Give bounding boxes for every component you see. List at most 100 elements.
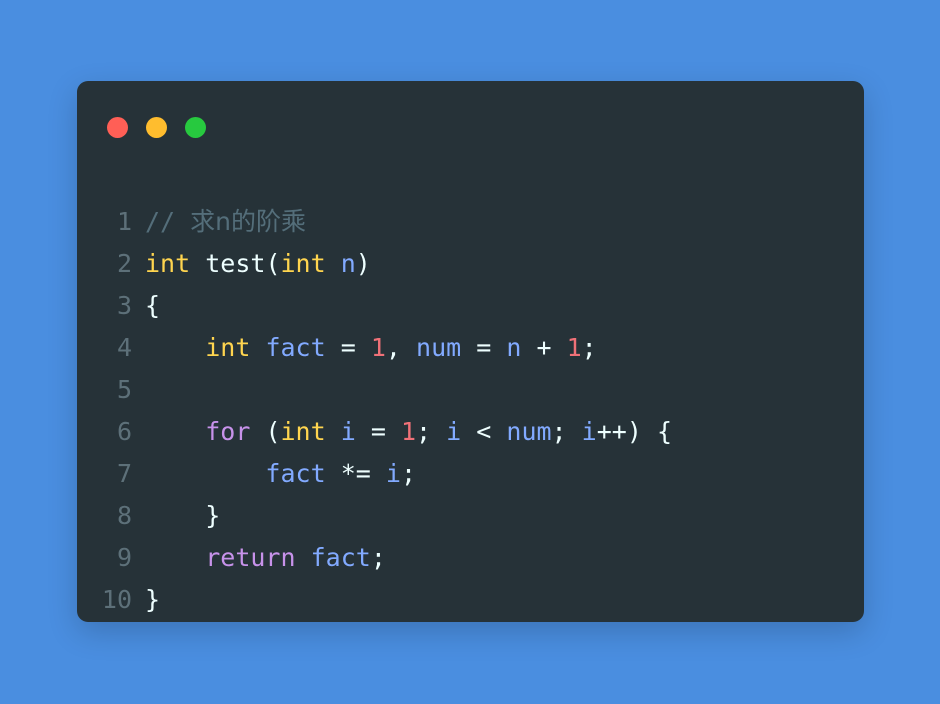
code-token-number: 1 (370, 333, 386, 362)
line-number: 8 (116, 501, 132, 530)
code-token-punct: ; (370, 543, 386, 572)
code-token-punct: } (145, 585, 161, 614)
maximize-button-icon[interactable] (185, 116, 206, 138)
code-token-var: num (416, 333, 462, 362)
line-number: 5 (116, 375, 132, 404)
code-token-op: *= (340, 459, 371, 488)
code-text: int test(int n) (145, 243, 371, 285)
line-number: 7 (116, 459, 132, 488)
code-token-comment: // (145, 207, 191, 236)
code-token-var: i (385, 459, 401, 488)
code-token-number: 1 (400, 417, 417, 446)
code-token-type: int (145, 249, 191, 278)
minimize-button-icon[interactable] (146, 116, 167, 138)
code-line: 2 int test(int n) (77, 243, 844, 285)
code-token-punct: { (656, 417, 673, 446)
code-text: } (145, 579, 160, 621)
code-token-punct: } (205, 501, 221, 530)
code-line: 6 for (int i = 1; i < num; i++) { (77, 411, 844, 453)
code-token-var: fact (310, 543, 371, 572)
code-token-punct: ) (626, 417, 642, 446)
code-line: 4 int fact = 1, num = n + 1; (77, 327, 844, 369)
code-line: 10} (77, 579, 844, 621)
code-token-var: i (446, 417, 462, 446)
code-token-type: int (280, 249, 326, 278)
code-token-var: i (581, 417, 597, 446)
line-number: 2 (116, 249, 132, 278)
code-text: } (145, 495, 220, 537)
code-token-punct: ) (355, 249, 371, 278)
code-text: fact *= i; (145, 453, 416, 495)
code-token-op: ++ (596, 417, 627, 446)
code-token-type: int (205, 333, 251, 362)
code-text: // 求n的阶乘 (145, 201, 306, 243)
code-line: 8 } (77, 495, 844, 537)
line-number: 6 (116, 417, 132, 446)
code-token-keyword: for (205, 417, 251, 446)
code-token-var: i (340, 417, 356, 446)
code-line: 7 fact *= i; (77, 453, 844, 495)
code-token-punct: ; (551, 417, 582, 446)
code-snippet-card: 1// 求n的阶乘 2 int test(int n) 3{4 int fact = … (77, 81, 864, 622)
code-text: return fact; (145, 537, 386, 579)
code-token-punct: , (385, 333, 417, 362)
code-token-type: int (280, 417, 326, 446)
code-line: 5 (77, 369, 844, 411)
code-token-op: = (476, 333, 492, 362)
code-token-var: fact (265, 459, 326, 488)
code-token-number: 1 (566, 333, 582, 362)
code-token-op: = (370, 417, 386, 446)
code-token-punct: ( (265, 249, 281, 278)
code-token-var: num (506, 417, 552, 446)
code-editor[interactable]: 1// 求n的阶乘 2 int test(int n) 3{4 int fact = … (77, 201, 864, 621)
code-text: { (145, 285, 160, 327)
code-line: 9 return fact; (77, 537, 844, 579)
code-token-var: n (340, 249, 356, 278)
line-number: 4 (116, 333, 132, 362)
code-token-comment-cjk: 求n的阶乘 (190, 207, 307, 236)
code-token-fn: test (205, 249, 266, 278)
code-token-punct: ; (581, 333, 597, 362)
page-root: 1// 求n的阶乘 2 int test(int n) 3{4 int fact = … (0, 0, 940, 704)
code-token-op: < (476, 417, 492, 446)
code-text: for (int i = 1; i < num; i++) { (145, 411, 672, 453)
code-token-op: = (340, 333, 356, 362)
code-token-var: n (506, 333, 522, 362)
line-number: 10 (101, 585, 132, 614)
code-token-punct: ; (416, 417, 447, 446)
code-token-op: + (536, 333, 552, 362)
code-line: 3{ (77, 285, 844, 327)
code-line: 1 // 求n的阶乘 (77, 201, 844, 243)
line-number: 3 (116, 291, 132, 320)
code-token-keyword: return (205, 543, 296, 572)
line-number: 1 (116, 207, 132, 236)
code-lines: 1// 求n的阶乘 2 int test(int n) 3{4 int fact = … (77, 201, 844, 621)
code-token-var: fact (265, 333, 326, 362)
line-number: 9 (116, 543, 132, 572)
window-controls (107, 116, 206, 138)
code-token-punct: ( (265, 417, 281, 446)
close-button-icon[interactable] (107, 116, 128, 138)
